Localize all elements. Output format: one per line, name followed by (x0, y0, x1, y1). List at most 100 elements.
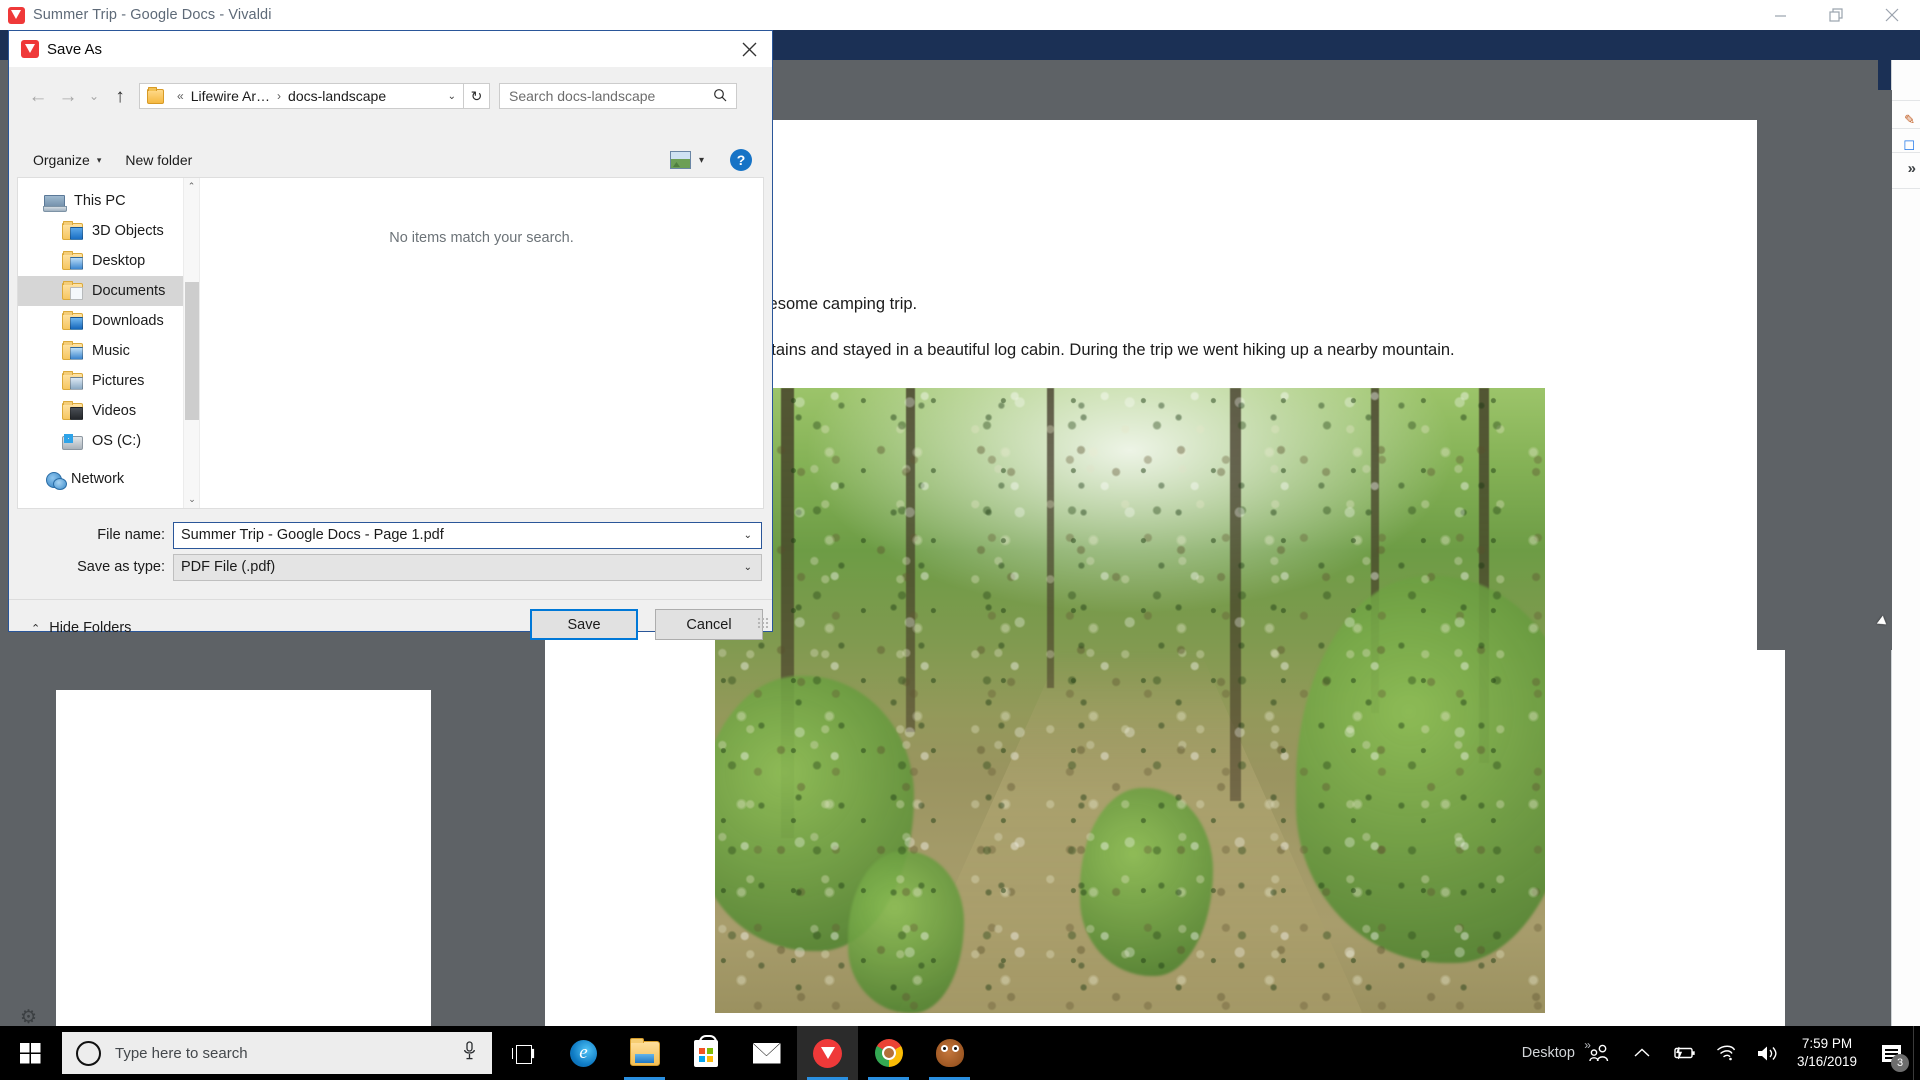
chrome-icon[interactable] (858, 1026, 919, 1080)
dialog-title: Save As (47, 40, 103, 58)
tree-item-label: Network (71, 471, 125, 487)
microsoft-store-icon[interactable] (675, 1026, 736, 1080)
chevron-up-icon: ⌃ (31, 622, 41, 635)
chevron-down-icon[interactable]: ⌄ (744, 562, 752, 573)
folder-music-icon (62, 341, 83, 360)
battery-charging-icon[interactable] (1663, 1026, 1705, 1080)
taskbar-pinned-apps: e (492, 1026, 980, 1080)
tree-item-videos[interactable]: Videos (18, 396, 199, 426)
filename-label: File name: (97, 527, 165, 543)
mail-icon[interactable] (736, 1026, 797, 1080)
tree-item-desktop[interactable]: Desktop (18, 246, 199, 276)
file-list-pane[interactable]: No items match your search. (200, 178, 763, 508)
chevron-down-icon[interactable]: ▾ (699, 155, 704, 166)
action-center-icon[interactable]: 3 (1869, 1026, 1913, 1080)
notification-count-badge: 3 (1891, 1054, 1909, 1072)
show-desktop-label[interactable]: Desktop » (1522, 1038, 1591, 1061)
tree-item-label: Desktop (92, 253, 146, 269)
tree-item-label: This PC (74, 193, 126, 209)
command-bar-right-group: ▾ ? (669, 149, 752, 171)
scroll-up-icon[interactable]: ⌃ (184, 178, 199, 195)
keep-icon[interactable]: ✎ (1904, 112, 1915, 128)
savetype-label: Save as type: (77, 559, 165, 575)
tree-item-label: 3D Objects (92, 223, 164, 239)
edge-icon[interactable]: e (553, 1026, 614, 1080)
microphone-icon[interactable] (463, 1041, 476, 1065)
photo-texture (715, 388, 1545, 1013)
forward-icon[interactable]: → (53, 81, 83, 111)
savetype-value: PDF File (.pdf) (181, 559, 276, 575)
empty-list-message: No items match your search. (389, 230, 574, 246)
folder-downloads-icon (62, 311, 83, 330)
window-controls (1752, 0, 1920, 30)
system-tray: Desktop » 7:59 PM 3/16/2019 3 (1522, 1026, 1920, 1080)
organize-button[interactable]: Organize ▾ (33, 152, 101, 168)
save-button[interactable]: Save (530, 609, 638, 640)
back-icon[interactable]: ← (23, 81, 53, 111)
tray-overflow-icon[interactable]: » (1584, 1038, 1591, 1052)
hide-folders-button[interactable]: ⌃ Hide Folders (31, 620, 131, 636)
folder-videos-icon (62, 401, 83, 420)
search-input[interactable]: Search docs-landscape (499, 83, 737, 109)
address-breadcrumb-bar[interactable]: « Lifewire Ar… › docs-landscape ⌄ (139, 83, 464, 109)
navigation-pane-scrollbar[interactable]: ⌃ ⌄ (183, 178, 199, 508)
show-desktop-strip[interactable] (1913, 1026, 1920, 1080)
clock[interactable]: 7:59 PM 3/16/2019 (1797, 1026, 1857, 1080)
savetype-row: Save as type: PDF File (.pdf) ⌄ (9, 552, 762, 582)
tree-item-this-pc[interactable]: This PC (18, 186, 199, 216)
tree-item-network[interactable]: Network (18, 464, 199, 494)
search-icon[interactable] (713, 88, 727, 105)
scroll-down-icon[interactable]: ⌄ (184, 491, 199, 508)
file-explorer-icon[interactable] (614, 1026, 675, 1080)
taskbar-search-input[interactable]: Type here to search (62, 1032, 492, 1074)
task-view-icon[interactable] (492, 1026, 553, 1080)
folder-desktop-icon (62, 251, 83, 270)
wifi-icon[interactable] (1705, 1026, 1747, 1080)
close-icon[interactable] (1864, 0, 1920, 30)
vivaldi-icon (21, 40, 39, 58)
breadcrumb-overflow[interactable]: « (177, 89, 184, 103)
start-button[interactable] (0, 1026, 60, 1080)
cancel-button[interactable]: Cancel (655, 609, 763, 640)
chevron-down-icon[interactable]: ⌄ (744, 530, 752, 541)
close-icon[interactable] (726, 31, 772, 67)
tree-item-os-c[interactable]: OS (C:) (18, 426, 199, 456)
gimp-icon[interactable] (919, 1026, 980, 1080)
view-layout-icon[interactable] (669, 151, 691, 169)
resize-grip[interactable] (757, 617, 769, 629)
vivaldi-icon[interactable] (797, 1026, 858, 1080)
search-placeholder: Search docs-landscape (509, 88, 656, 104)
forest-trail-photo (715, 388, 1545, 1013)
chevron-double-right-icon[interactable]: » (1908, 160, 1916, 177)
refresh-icon[interactable]: ↻ (464, 83, 490, 109)
tree-item-documents[interactable]: Documents (18, 276, 199, 306)
clock-date: 3/16/2019 (1796, 1054, 1857, 1069)
tree-item-3d-objects[interactable]: 3D Objects (18, 216, 199, 246)
docs-side-panel: ✎ ☐ » (1891, 60, 1920, 1026)
clock-time: 7:59 PM (1801, 1035, 1853, 1051)
tree-item-music[interactable]: Music (18, 336, 199, 366)
filename-row: File name: Summer Trip - Google Docs - P… (9, 520, 762, 550)
scrollbar-thumb[interactable] (185, 282, 199, 420)
show-hidden-icons-icon[interactable] (1621, 1026, 1663, 1080)
gear-icon[interactable]: ⚙ (18, 1007, 39, 1028)
people-icon[interactable] (1579, 1026, 1621, 1080)
minimize-icon[interactable] (1752, 0, 1808, 30)
cortana-icon[interactable] (76, 1040, 101, 1066)
filename-input[interactable]: Summer Trip - Google Docs - Page 1.pdf ⌄ (173, 521, 762, 549)
recent-locations-icon[interactable]: ⌄ (83, 81, 105, 111)
volume-icon[interactable] (1747, 1026, 1789, 1080)
help-icon[interactable]: ? (730, 149, 752, 171)
tree-item-label: Downloads (92, 313, 164, 329)
drive-icon (62, 433, 83, 450)
restore-icon[interactable] (1808, 0, 1864, 30)
savetype-select[interactable]: PDF File (.pdf) ⌄ (173, 553, 762, 581)
tree-item-downloads[interactable]: Downloads (18, 306, 199, 336)
tree-item-label: Videos (92, 403, 137, 419)
breadcrumb-item-1[interactable]: Lifewire Ar… (191, 88, 270, 104)
up-icon[interactable]: ↑ (105, 81, 135, 111)
breadcrumb-item-2[interactable]: docs-landscape (288, 88, 386, 104)
chevron-down-icon[interactable]: ⌄ (448, 91, 456, 102)
new-folder-button[interactable]: New folder (125, 152, 192, 168)
tree-item-pictures[interactable]: Pictures (18, 366, 199, 396)
